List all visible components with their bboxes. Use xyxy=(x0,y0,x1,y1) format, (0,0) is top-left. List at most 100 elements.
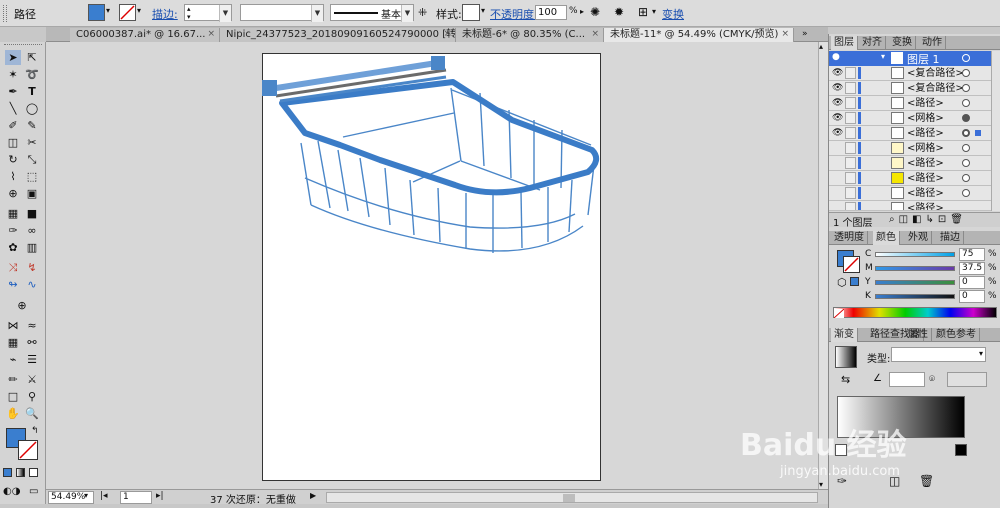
tab-stroke[interactable]: 描边 xyxy=(937,231,964,245)
lock-toggle[interactable] xyxy=(845,82,856,94)
target-icon[interactable] xyxy=(962,114,970,122)
lock-toggle[interactable] xyxy=(845,97,856,109)
target-icon[interactable] xyxy=(962,69,970,77)
target-icon[interactable] xyxy=(962,99,970,107)
layer-color-bar xyxy=(858,142,861,154)
layer-thumbnail xyxy=(891,67,904,79)
cyan-slider[interactable] xyxy=(875,252,955,257)
target-icon[interactable] xyxy=(962,54,970,62)
gradient-aspect-input[interactable] xyxy=(947,372,987,387)
eye-icon[interactable]: 👁 xyxy=(832,98,843,108)
tab-align[interactable]: 对齐 xyxy=(859,36,886,50)
target-icon[interactable] xyxy=(962,144,970,152)
eye-icon[interactable]: 👁 xyxy=(832,83,843,93)
color-panel-tabs: 透明度 颜色 外观 描边 xyxy=(829,231,1000,245)
yellow-value[interactable]: 0 xyxy=(959,276,985,289)
chevron-down-icon[interactable]: ▾ xyxy=(979,349,983,358)
eye-icon[interactable]: ● xyxy=(832,52,840,62)
eye-icon[interactable]: 👁 xyxy=(832,68,843,78)
gradient-angle-input[interactable] xyxy=(889,372,925,387)
gradient-type-label: 类型: xyxy=(867,354,891,365)
lock-toggle[interactable] xyxy=(845,127,856,139)
layer-row[interactable]: <路径> xyxy=(829,171,991,186)
lock-toggle[interactable] xyxy=(845,187,856,199)
layer-row[interactable]: 👁 <复合路径> xyxy=(829,66,991,81)
chevron-down-icon[interactable]: ▾ xyxy=(84,491,88,500)
target-icon[interactable] xyxy=(962,189,970,197)
delete-stop-icon[interactable]: 🗑 xyxy=(919,474,934,488)
last-color-swatch[interactable] xyxy=(850,277,859,286)
tab-color[interactable]: 颜色 xyxy=(873,231,900,245)
tab-color-guide[interactable]: 颜色参考 xyxy=(933,328,980,342)
channel-label: Y xyxy=(865,277,871,287)
layer-color-bar xyxy=(858,67,861,79)
target-icon[interactable] xyxy=(962,84,970,92)
black-slider[interactable] xyxy=(875,294,955,299)
chevron-right-icon[interactable]: ▶ xyxy=(310,491,316,500)
tab-gradient[interactable]: 渐变 xyxy=(831,328,858,342)
eye-icon[interactable]: 👁 xyxy=(832,128,843,138)
eye-icon[interactable] xyxy=(832,158,843,168)
eye-icon[interactable] xyxy=(832,203,843,210)
chevron-down-icon[interactable]: ▾ xyxy=(881,52,885,61)
chevron-down-icon[interactable]: ▾ xyxy=(819,480,823,489)
eye-icon[interactable] xyxy=(832,143,843,153)
chevron-up-icon[interactable]: ▴ xyxy=(819,42,823,51)
layer-row[interactable]: 👁 <网格> xyxy=(829,111,991,126)
lock-toggle[interactable] xyxy=(845,202,856,210)
lock-toggle[interactable] xyxy=(845,172,856,184)
layer-footer-icons[interactable]: ⌕◫◧↳⊡🗑 xyxy=(889,214,967,225)
magenta-slider[interactable] xyxy=(875,266,955,271)
cyan-value[interactable]: 75 xyxy=(959,248,985,261)
layer-row[interactable]: <路径> xyxy=(829,186,991,201)
horizontal-scrollbar[interactable] xyxy=(326,492,818,503)
layer-color-bar xyxy=(858,112,861,124)
layer-row[interactable]: <路径> xyxy=(829,201,991,211)
tab-transform[interactable]: 变换 xyxy=(889,36,916,50)
lock-toggle[interactable] xyxy=(845,112,856,124)
none-swatch-icon[interactable] xyxy=(833,308,845,319)
gradient-type-select[interactable]: ▾ xyxy=(891,347,986,362)
lock-toggle[interactable] xyxy=(845,142,856,154)
layer-row-top[interactable]: ● ▾ 图层 1 xyxy=(829,51,991,66)
lock-toggle[interactable] xyxy=(845,67,856,79)
layers-panel-tabs: 图层 对齐 变换 动作 xyxy=(829,36,1000,50)
target-icon[interactable] xyxy=(962,174,970,182)
eye-icon[interactable]: 👁 xyxy=(832,113,843,123)
eye-icon[interactable] xyxy=(832,188,843,198)
last-artboard-icon[interactable]: ▸| xyxy=(156,491,164,501)
gradient-panel-tabs: 渐变 路径查找器 属性 颜色参考 xyxy=(829,328,1000,342)
artboard-number-field[interactable]: 1 xyxy=(120,491,152,504)
gradient-preview-swatch[interactable] xyxy=(835,346,857,368)
status-bar: 54.49% ▾ |◂ 1 ▸| 37 次还原：无重做 ▶ xyxy=(46,489,828,506)
gradient-stop-black[interactable] xyxy=(955,444,967,456)
channel-label: K xyxy=(865,291,871,301)
tab-transparency[interactable]: 透明度 xyxy=(831,231,868,245)
layer-row[interactable]: 👁 <复合路径> xyxy=(829,81,991,96)
tab-layers[interactable]: 图层 xyxy=(831,36,858,50)
tab-actions[interactable]: 动作 xyxy=(919,36,946,50)
target-icon[interactable] xyxy=(962,159,970,167)
layers-scrollbar[interactable] xyxy=(991,51,1000,211)
scroll-thumb[interactable] xyxy=(563,494,575,502)
selection-indicator[interactable] xyxy=(975,130,981,136)
tab-attributes[interactable]: 属性 xyxy=(905,328,932,342)
magenta-value[interactable]: 37.5 xyxy=(959,262,985,275)
yellow-slider[interactable] xyxy=(875,280,955,285)
reverse-gradient-icon[interactable]: ⇆ xyxy=(841,373,850,386)
unit-label: % xyxy=(988,277,997,287)
lock-toggle[interactable] xyxy=(845,157,856,169)
color-spectrum-bar[interactable] xyxy=(833,307,997,319)
layer-row[interactable]: 👁 <路径> xyxy=(829,96,991,111)
layer-row[interactable]: 👁 <路径> xyxy=(829,126,991,141)
tab-appearance[interactable]: 外观 xyxy=(905,231,932,245)
layer-row[interactable]: <路径> xyxy=(829,156,991,171)
watermark-brand: Baidu 经验 xyxy=(740,428,907,463)
first-artboard-icon[interactable]: |◂ xyxy=(100,491,108,501)
eye-icon[interactable] xyxy=(832,173,843,183)
unit-label: % xyxy=(988,263,997,273)
black-value[interactable]: 0 xyxy=(959,290,985,303)
color-stroke-swatch[interactable] xyxy=(843,256,860,273)
layer-row[interactable]: <网格> xyxy=(829,141,991,156)
target-icon[interactable] xyxy=(962,129,970,137)
